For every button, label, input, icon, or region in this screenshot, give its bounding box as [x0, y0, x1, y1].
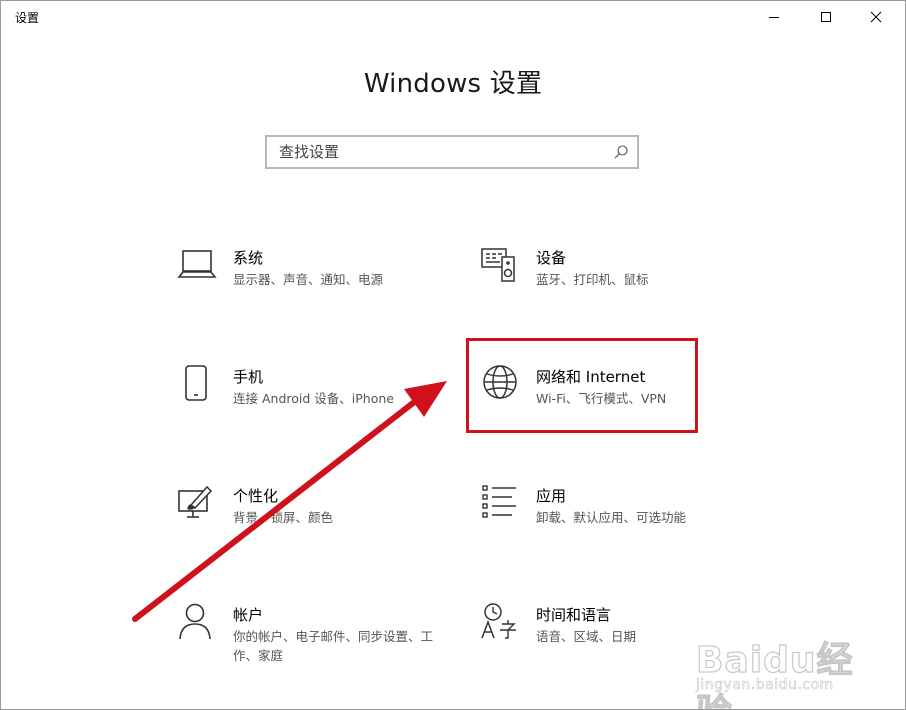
settings-window: 设置 Windows 设置 系统 显示器、声音、通知、电源 — [0, 0, 906, 710]
tutorial-arrow — [132, 381, 447, 622]
watermark-brand: Baidu经验 — [695, 639, 854, 709]
baidu-watermark: Baidu经验 jingyan.baidu.com — [686, 613, 886, 709]
watermark-url: jingyan.baidu.com — [696, 677, 834, 694]
